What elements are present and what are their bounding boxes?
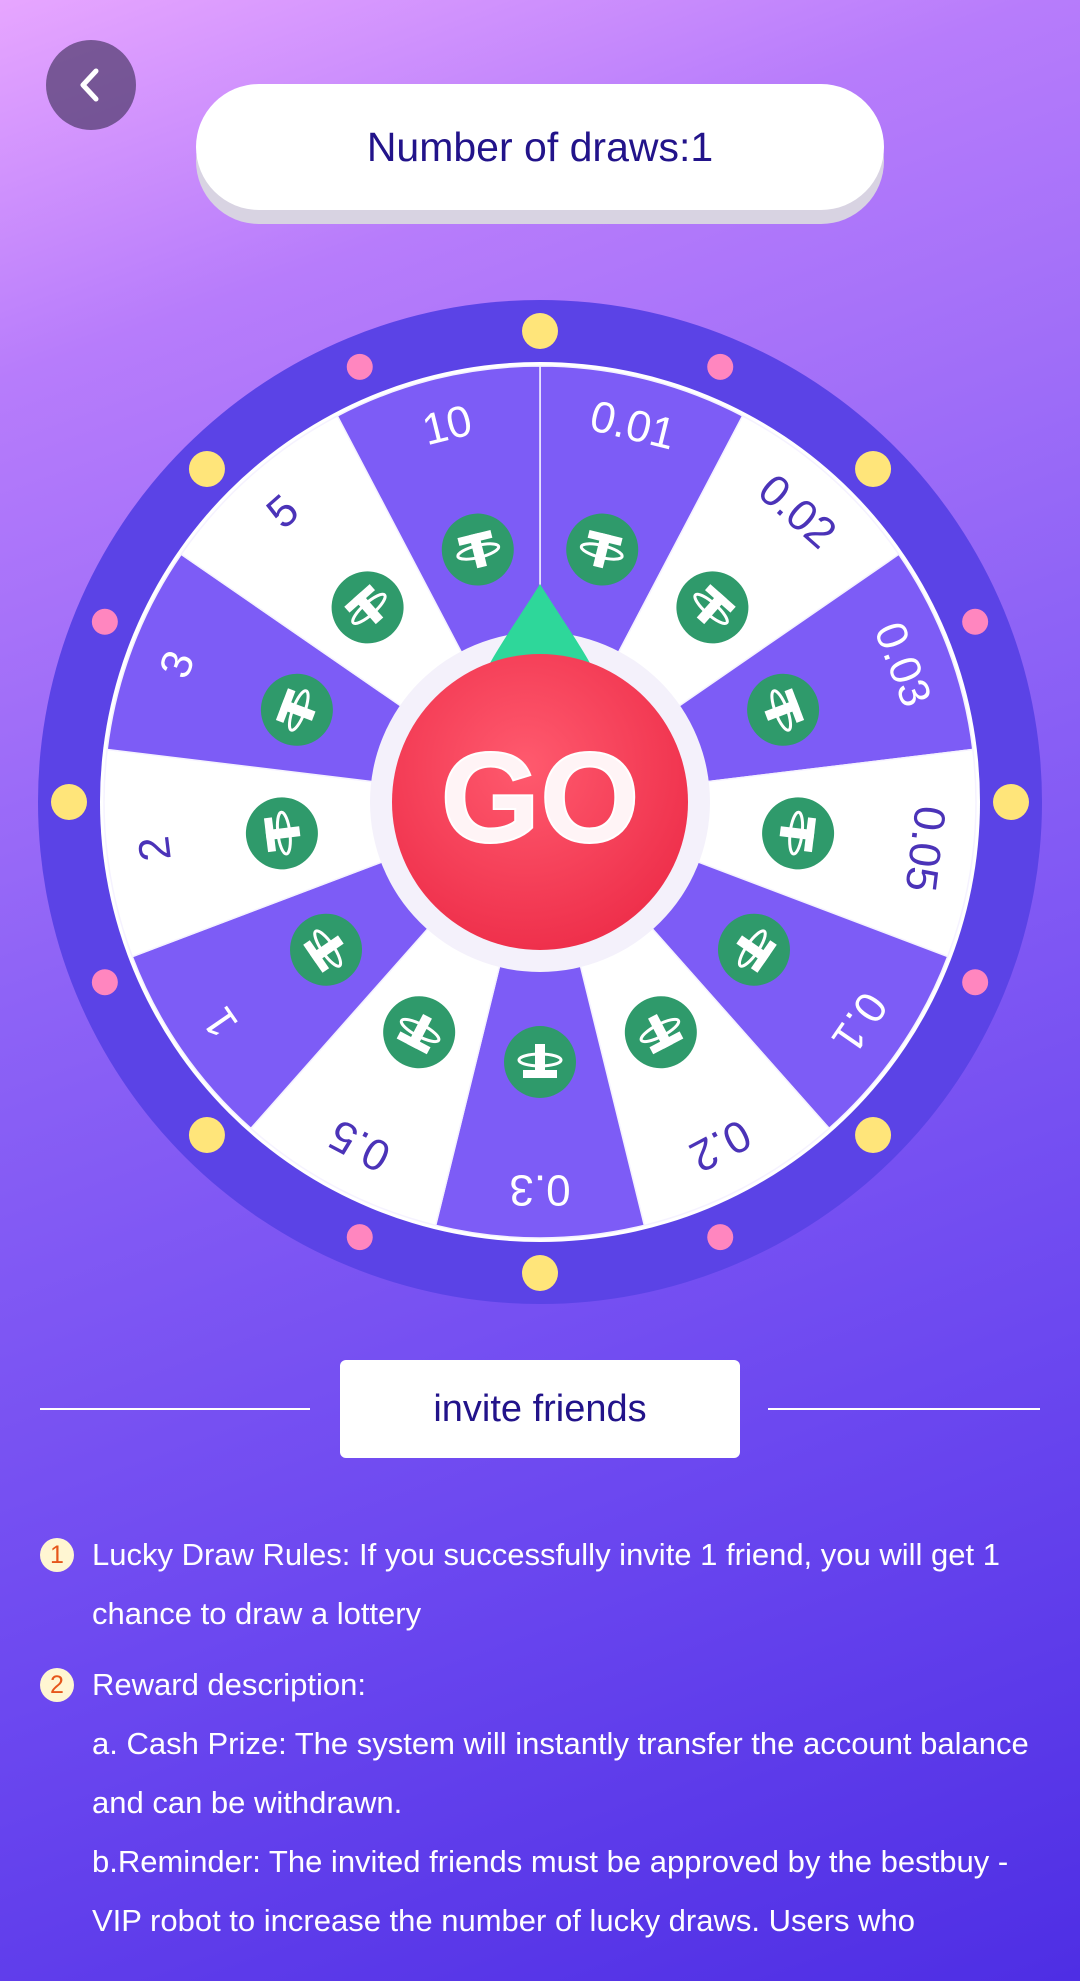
tether-coin-icon	[504, 1026, 576, 1098]
rule-text: Lucky Draw Rules: If you successfully in…	[92, 1537, 1000, 1631]
rim-light-pink	[707, 353, 734, 380]
rule-text: b.Reminder: The invited friends must be …	[92, 1844, 1009, 1938]
rule-number: 2	[40, 1668, 74, 1702]
rim-light-pink	[346, 1224, 373, 1251]
rim-light-pink	[962, 608, 989, 635]
back-button[interactable]	[46, 40, 136, 130]
rule-item: 2 Reward description: a. Cash Prize: The…	[40, 1655, 1050, 1950]
rim-light-pink	[91, 608, 118, 635]
wheel-segment-label: 0.3	[509, 1165, 570, 1214]
rule-text: a. Cash Prize: The system will instantly…	[92, 1726, 1029, 1820]
invite-friends-button[interactable]: invite friends	[340, 1360, 740, 1458]
rim-light-yellow	[188, 450, 225, 487]
rim-light-yellow	[855, 450, 892, 487]
chevron-left-icon	[80, 68, 99, 102]
rim-light-yellow	[188, 1117, 225, 1154]
rim-light-yellow	[522, 1255, 558, 1291]
wheel-segment-label: 0.05	[896, 803, 955, 894]
rim-light-pink	[346, 353, 373, 380]
invite-friends-label: invite friends	[433, 1387, 647, 1430]
rim-light-yellow	[993, 784, 1029, 820]
go-button[interactable]	[392, 656, 688, 952]
draws-counter: Number of draws:1	[196, 84, 884, 210]
divider-left	[40, 1408, 310, 1410]
rim-light-yellow	[855, 1117, 892, 1154]
rule-number: 1	[40, 1538, 74, 1572]
rim-light-yellow	[522, 313, 558, 349]
rim-light-pink	[707, 1224, 734, 1251]
rule-item: 1 Lucky Draw Rules: If you successfully …	[40, 1525, 1050, 1643]
rules-section: 1 Lucky Draw Rules: If you successfully …	[40, 1525, 1050, 1962]
rim-light-yellow	[51, 784, 87, 820]
divider-right	[768, 1408, 1040, 1410]
draws-label: Number of draws:1	[366, 123, 714, 170]
rim-light-pink	[91, 969, 118, 996]
rule-text: Reward description:	[92, 1667, 366, 1702]
lucky-wheel: 0.01 0.02 0.03 0.05 0.1 0.2 0.3 0.5 1 2 3 5 10 GO	[38, 300, 1042, 1304]
invite-section: invite friends	[0, 1360, 1080, 1460]
rim-light-pink	[962, 969, 989, 996]
